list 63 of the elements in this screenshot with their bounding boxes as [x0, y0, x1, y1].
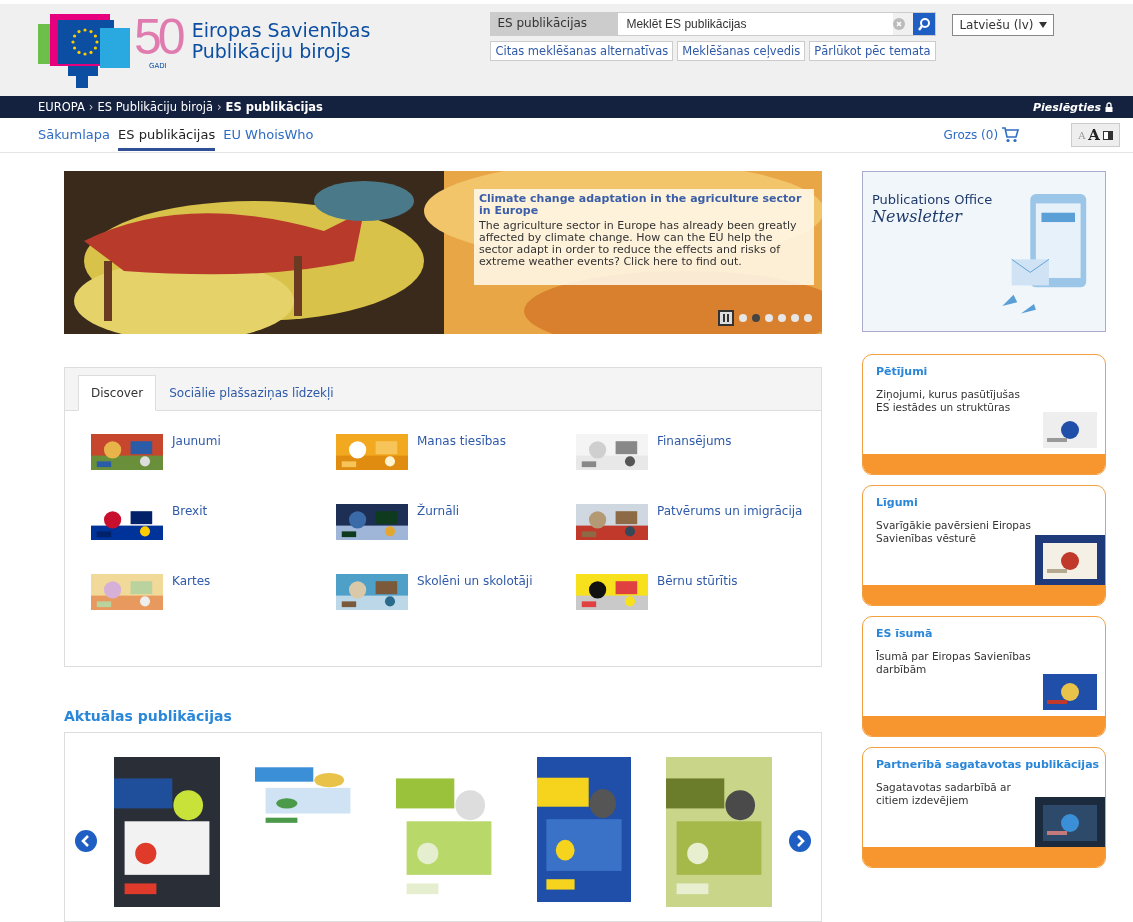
slide-dot[interactable] — [791, 314, 799, 322]
chevron-left-icon — [81, 835, 91, 847]
language-select[interactable]: Latviešu (lv) — [952, 14, 1055, 36]
card-description: Sagatavotas sadarbībā ar citiem izdevējiem — [876, 781, 1012, 807]
topic-link[interactable]: Bērnu stūrītis — [657, 574, 738, 588]
breadcrumb-link[interactable]: ES Publikāciju birojā — [97, 100, 213, 114]
topic-link[interactable]: Manas tiesības — [417, 434, 506, 448]
site-title: Eiropas Savienības — [191, 20, 371, 41]
topic-link[interactable]: Finansējums — [657, 434, 732, 448]
contrast-icon[interactable] — [1103, 130, 1113, 140]
promo-card[interactable]: Partnerībā sagatavotas publikācijas Sagatavotas sadarbībā ar citiem izdevējiem — [862, 747, 1106, 868]
cart-icon[interactable] — [1002, 127, 1020, 143]
breadcrumb-separator: › — [88, 100, 94, 114]
topic-link[interactable]: Jaunumi — [172, 434, 221, 448]
pause-icon[interactable] — [718, 310, 734, 326]
next-button[interactable] — [789, 830, 811, 852]
banner-subtitle: Newsletter — [872, 207, 964, 226]
card-title: Partnerībā sagatavotas publikācijas — [875, 757, 1101, 771]
slide-dot[interactable] — [765, 314, 773, 322]
card-title: Pētījumi — [875, 364, 929, 378]
topic-link[interactable]: Patvērums un imigrācija — [657, 504, 803, 518]
breadcrumb-separator: › — [216, 100, 222, 114]
slide-dot[interactable] — [804, 314, 812, 322]
cart-link[interactable]: Grozs (0) — [943, 128, 999, 142]
breadcrumb-link[interactable]: ES publikācijas — [225, 100, 323, 114]
slide-dot[interactable] — [752, 314, 760, 322]
nav-tab[interactable]: EU WhoisWho — [223, 119, 314, 151]
site-title: Publikāciju birojs — [191, 41, 352, 62]
lock-icon — [1105, 102, 1113, 112]
topic-link[interactable]: Žurnāli — [417, 504, 460, 518]
slide-title-link[interactable]: Climate change adaptation in the agriculture sector in Europe — [479, 193, 809, 217]
newsletter-banner[interactable]: Publications Office Newsletter — [862, 171, 1106, 332]
chevron-right-icon — [795, 835, 805, 847]
promo-card[interactable]: Pētījumi Ziņojumi, kurus pasūtījušas ES iestādes un struktūras — [862, 354, 1106, 475]
anniversary-number: 50 — [134, 14, 182, 60]
larger-font-button[interactable]: A — [1088, 126, 1100, 144]
breadcrumb-link[interactable]: EUROPA — [38, 100, 85, 114]
promo-card[interactable]: Līgumi Svarīgākie pavērsieni Eiropas Savienības vēsturē — [862, 485, 1106, 606]
slide-dot[interactable] — [778, 314, 786, 322]
logo-icon — [38, 14, 130, 88]
banner-title: Publications Office — [872, 192, 994, 207]
slide-dot[interactable] — [739, 314, 747, 322]
panel-tab[interactable]: Discover — [78, 375, 157, 411]
section-heading: Aktuālas publikācijas — [64, 708, 233, 724]
nav-tab[interactable]: ES publikācijas — [118, 119, 216, 151]
topic-link[interactable]: Brexit — [172, 504, 208, 518]
topic-link[interactable]: Skolēni un skolotāji — [417, 574, 533, 588]
panel-tab[interactable]: Sociālie plašsaziņas līdzekļi — [156, 375, 347, 411]
promo-card[interactable]: ES īsumā Īsumā par Eiropas Savienības darbībām — [862, 616, 1106, 737]
caret-icon — [1039, 22, 1048, 28]
previous-button[interactable] — [75, 830, 97, 852]
nav-tab[interactable]: Sākumlapa — [38, 119, 111, 151]
card-description: Īsumā par Eiropas Savienības darbībām — [876, 650, 1031, 676]
search-option-link[interactable]: Citas meklēšanas alternatīvas — [490, 41, 674, 61]
search-option-link[interactable]: Meklēšanas ceļvedis — [677, 41, 806, 61]
card-description: Svarīgākie pavērsieni Eiropas Savienības vēsturē — [876, 519, 1031, 545]
topic-link[interactable]: Kartes — [172, 574, 211, 588]
card-description: Ziņojumi, kurus pasūtījušas ES iestādes un struktūras — [876, 388, 1021, 414]
login-link[interactable]: Pieslēgties — [1033, 100, 1101, 114]
card-title: Līgumi — [875, 495, 919, 509]
card-title: ES īsumā — [875, 626, 934, 640]
search-option-link[interactable]: Pārlūkot pēc temata — [809, 41, 936, 61]
slide-description: The agriculture sector in Europe has already been greatly affected by climate change. How can the EU help the sector adapt in order to reduce the effects and risks of extreme weather events? Click here to find out. — [479, 220, 798, 268]
